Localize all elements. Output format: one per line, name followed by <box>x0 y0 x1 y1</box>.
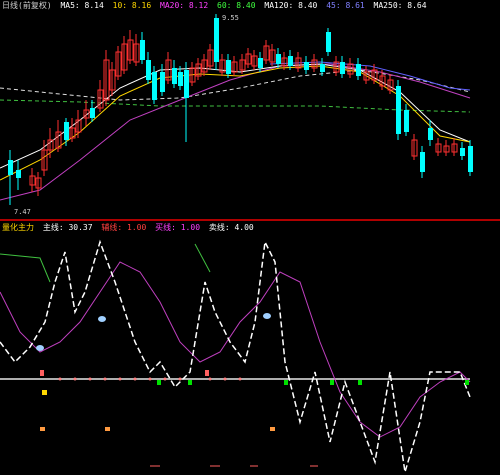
candle-body <box>160 72 165 92</box>
candle-body <box>340 62 345 74</box>
candle-body <box>178 72 183 86</box>
candle-body <box>460 148 465 156</box>
indicator-panel[interactable]: 量化主力 主线: 30.37 辅线: 1.00 买线: 1.00 卖线: 4.0… <box>0 222 500 475</box>
candle-body <box>404 110 409 132</box>
candle-body <box>258 58 263 68</box>
candle-body <box>8 160 13 175</box>
candle-body <box>64 122 69 140</box>
candle-body <box>184 70 189 98</box>
buy-signal-dot-1 <box>36 345 44 351</box>
buy-markers <box>40 370 209 376</box>
candle-body <box>146 60 151 80</box>
candle-body <box>356 64 361 76</box>
candle-body <box>140 40 145 60</box>
green-high-line-2 <box>194 243 211 273</box>
buy-signal-dot-3 <box>263 313 271 319</box>
signal-glyphs <box>40 390 275 431</box>
candle-body <box>276 54 281 64</box>
candle-body <box>428 128 433 140</box>
candle-body <box>90 108 95 118</box>
candle-body <box>214 18 219 62</box>
candlestick-group <box>8 14 473 205</box>
candle-body <box>172 68 177 84</box>
green-high-line <box>0 253 51 283</box>
white-main-line <box>0 239 471 473</box>
buy-signal-dot-2 <box>98 316 106 322</box>
candle-body <box>304 62 309 70</box>
indicator-svg <box>0 239 471 473</box>
candle-body <box>326 32 331 52</box>
candle-body <box>468 146 473 172</box>
candle-body <box>320 64 325 72</box>
candle-body <box>288 56 293 66</box>
candle-body <box>420 152 425 172</box>
price-chart-panel[interactable]: 日线(前复权) MA5: 8.14 10: 8.16 MA20: 8.12 60… <box>0 0 500 220</box>
candle-body <box>152 72 157 100</box>
candle-body <box>396 86 401 134</box>
price-chart-svg <box>0 14 473 205</box>
candle-body <box>226 60 231 74</box>
candle-body <box>16 170 21 178</box>
panel-divider <box>0 219 500 221</box>
